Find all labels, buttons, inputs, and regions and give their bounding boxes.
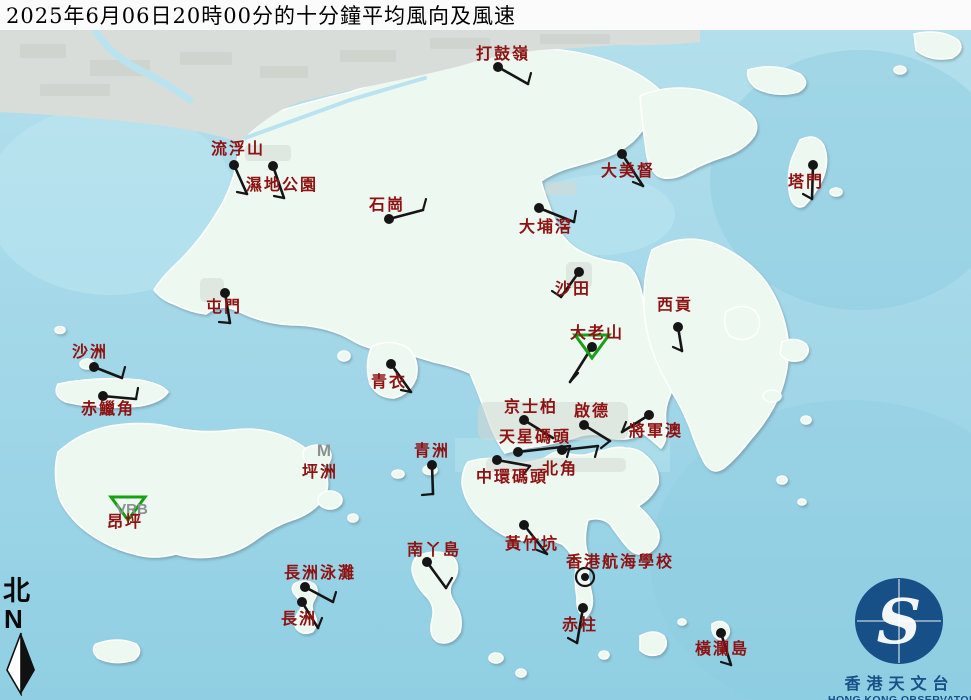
- hko-logo-icon: S: [828, 575, 971, 667]
- title-bar: 2025年6月06日20時00分的十分鐘平均風向及風速: [0, 0, 971, 30]
- station-dot: [519, 415, 529, 425]
- svg-text:S: S: [877, 585, 922, 658]
- missing-data-symbol: M: [317, 441, 331, 460]
- wind-barb-tick: [422, 494, 433, 495]
- hko-logo-name-zh: 香港天文台: [828, 670, 971, 694]
- compass-north-en: N: [4, 606, 43, 632]
- station-dot: [386, 359, 396, 369]
- station-dot: [644, 410, 654, 420]
- station-dot: [89, 362, 99, 372]
- station-dot: [808, 160, 818, 170]
- wind-map-screen: MVRB 2025年6月06日20時00分的十分鐘平均風向及風速 打鼓嶺流浮山濕…: [0, 0, 971, 700]
- hong-kong-map: M VRB: [0, 0, 971, 700]
- station-dot: [581, 573, 589, 581]
- station-dot: [673, 322, 683, 332]
- station-dot: [716, 628, 726, 638]
- station-dot: [297, 597, 307, 607]
- station-marker-vrb: VRB: [111, 497, 148, 520]
- station-dot: [268, 161, 278, 171]
- station-dot: [384, 214, 394, 224]
- variable-wind-text: VRB: [116, 501, 148, 518]
- station-dot: [427, 460, 437, 470]
- north-arrow-icon: [5, 632, 37, 696]
- station-dot: [574, 267, 584, 277]
- station-dot: [557, 445, 567, 455]
- station-marker-missing: M: [317, 441, 331, 460]
- map-title: 2025年6月06日20時00分的十分鐘平均風向及風速: [6, 0, 516, 30]
- station-dot: [422, 557, 432, 567]
- station-dot: [220, 288, 230, 298]
- wind-barb-tick: [219, 322, 230, 323]
- station-dot: [534, 203, 544, 213]
- airport-island: [56, 379, 168, 408]
- station-dot: [519, 520, 529, 530]
- hko-logo-name-en: HONG KONG OBSERVATORY: [828, 694, 971, 700]
- station-dot: [579, 420, 589, 430]
- compass-north-zh: 北: [3, 578, 43, 606]
- hko-logo: S 香港天文台 HONG KONG OBSERVATORY: [828, 575, 971, 700]
- station-dot: [492, 455, 502, 465]
- station-dot: [229, 160, 239, 170]
- station-dot: [493, 62, 503, 72]
- station-dot: [617, 149, 627, 159]
- station-dot: [587, 342, 597, 352]
- wind-barb-shaft: [812, 165, 813, 199]
- compass: 北 N: [3, 578, 43, 696]
- station-dot: [578, 603, 588, 613]
- station-dot: [300, 582, 310, 592]
- station-dot: [513, 447, 523, 457]
- station-dot: [98, 391, 108, 401]
